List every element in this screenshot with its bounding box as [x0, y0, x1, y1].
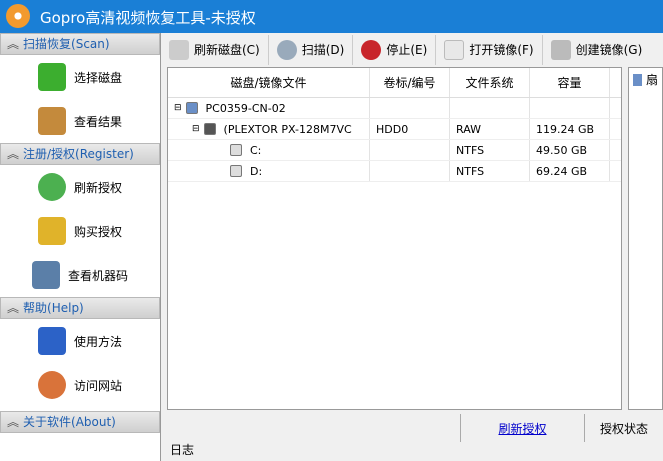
- sidebar-item-machine-code[interactable]: 查看机器码: [0, 253, 160, 297]
- file-disc-icon: [444, 39, 465, 60]
- item-label: 使用方法: [74, 334, 123, 349]
- cell: C:: [250, 143, 262, 157]
- chevron-up-icon: ︽: [7, 147, 20, 161]
- collapse-icon[interactable]: ⊟: [174, 103, 182, 113]
- cell: [370, 140, 450, 160]
- sidebar-item-view-results[interactable]: 查看结果: [0, 99, 160, 143]
- cell: 49.50 GB: [530, 140, 610, 160]
- section-scan[interactable]: ︽ 扫描恢复(Scan): [0, 33, 160, 55]
- cell: (PLEXTOR PX-128M7VC: [223, 122, 352, 136]
- create-image-button[interactable]: 创建镜像(G): [543, 35, 651, 65]
- chevron-up-icon: ︽: [7, 37, 20, 51]
- cell: [450, 98, 530, 118]
- computer-search-icon: [32, 261, 60, 289]
- log-label: 日志: [170, 443, 195, 457]
- cell: PC0359-CN-02: [205, 101, 286, 115]
- right-panel-tab[interactable]: 扇: [646, 71, 658, 88]
- computer-icon: [185, 102, 198, 114]
- disk-add-icon: [550, 39, 571, 60]
- sidebar-item-website[interactable]: 访问网站: [0, 363, 160, 407]
- partition-icon: [230, 144, 242, 156]
- clipboard-icon: [38, 107, 66, 135]
- cell: [370, 98, 450, 118]
- window-title: Gopro高清视频恢复工具-未授权: [40, 9, 256, 27]
- button-label: 刷新磁盘(C): [194, 43, 260, 57]
- title-bar: Gopro高清视频恢复工具-未授权: [0, 0, 663, 33]
- sidebar-item-select-disk[interactable]: 选择磁盘: [0, 55, 160, 99]
- license-status: 授权状态: [599, 421, 648, 436]
- table-header: 磁盘/镜像文件 卷标/编号 文件系统 容量: [168, 68, 621, 98]
- button-label: 创建镜像(G): [575, 43, 643, 57]
- button-label: 扫描(D): [301, 43, 345, 57]
- item-label: 访问网站: [74, 378, 123, 393]
- magnifier-icon: [276, 39, 297, 60]
- cell: 69.24 GB: [530, 161, 610, 181]
- section-label: 注册/授权(Register): [23, 147, 134, 161]
- item-label: 选择磁盘: [74, 70, 123, 85]
- scan-button[interactable]: 扫描(D): [269, 34, 354, 65]
- collapse-icon[interactable]: ⊟: [192, 124, 200, 134]
- hard-drive-icon: [203, 123, 216, 135]
- sector-icon: [633, 73, 642, 86]
- cell: [530, 98, 610, 118]
- sidebar-item-buy-license[interactable]: 购买授权: [0, 209, 160, 253]
- chevron-up-icon: ︽: [7, 415, 20, 429]
- refresh-icon: [38, 173, 66, 201]
- sidebar: ︽ 扫描恢复(Scan) 选择磁盘 查看结果 ︽ 注册/授权(Register) 刷…: [0, 33, 161, 461]
- cell: RAW: [450, 119, 530, 139]
- section-about[interactable]: ︽ 关于软件(About): [0, 411, 160, 433]
- column-header[interactable]: 磁盘/镜像文件: [168, 68, 370, 97]
- stop-button[interactable]: 停止(E): [353, 34, 437, 65]
- refresh-disk-button[interactable]: 刷新磁盘(C): [161, 34, 269, 65]
- sidebar-item-refresh-license[interactable]: 刷新授权: [0, 165, 160, 209]
- disk-icon: [169, 39, 189, 60]
- table-row[interactable]: D: NTFS 69.24 GB: [168, 161, 621, 182]
- section-register[interactable]: ︽ 注册/授权(Register): [0, 143, 160, 165]
- cell: HDD0: [370, 119, 450, 139]
- cell: NTFS: [450, 140, 530, 160]
- item-label: 刷新授权: [74, 180, 123, 195]
- item-label: 查看结果: [74, 114, 123, 129]
- right-panel: 扇: [628, 67, 663, 410]
- partition-icon: [230, 165, 242, 177]
- status-bar: 刷新授权 授权状态: [167, 414, 663, 442]
- column-header[interactable]: 文件系统: [450, 68, 530, 97]
- item-label: 购买授权: [74, 224, 123, 239]
- stop-icon: [361, 39, 382, 60]
- section-help[interactable]: ︽ 帮助(Help): [0, 297, 160, 319]
- table-row[interactable]: ⊟ (PLEXTOR PX-128M7VC HDD0 RAW 119.24 GB: [168, 119, 621, 140]
- refresh-license-link[interactable]: 刷新授权: [498, 420, 546, 437]
- table-row[interactable]: ⊟ PC0359-CN-02: [168, 98, 621, 119]
- section-label: 关于软件(About): [23, 415, 116, 429]
- cell: D:: [250, 164, 263, 178]
- cell: [370, 161, 450, 181]
- home-globe-icon: [38, 371, 66, 399]
- button-label: 停止(E): [386, 43, 428, 57]
- section-label: 扫描恢复(Scan): [23, 37, 110, 51]
- cell: 119.24 GB: [530, 119, 610, 139]
- column-header[interactable]: 容量: [530, 68, 610, 97]
- open-image-button[interactable]: 打开镜像(F): [436, 34, 543, 65]
- key-icon: [38, 217, 66, 245]
- table-row[interactable]: C: NTFS 49.50 GB: [168, 140, 621, 161]
- section-label: 帮助(Help): [23, 301, 84, 315]
- column-header[interactable]: 卷标/编号: [370, 68, 450, 97]
- button-label: 打开镜像(F): [469, 43, 534, 57]
- item-label: 查看机器码: [68, 268, 129, 283]
- chevron-up-icon: ︽: [7, 301, 20, 315]
- sidebar-item-usage[interactable]: 使用方法: [0, 319, 160, 363]
- cell: NTFS: [450, 161, 530, 181]
- help-book-icon: [38, 327, 66, 355]
- plus-icon: [38, 63, 66, 91]
- toolbar: 刷新磁盘(C) 扫描(D) 停止(E) 打开镜像(F) 创建镜像(G): [161, 33, 663, 66]
- disk-table: 磁盘/镜像文件 卷标/编号 文件系统 容量 ⊟ PC0359-CN-02 ⊟ (PL…: [167, 67, 622, 410]
- app-logo-icon: [6, 4, 30, 28]
